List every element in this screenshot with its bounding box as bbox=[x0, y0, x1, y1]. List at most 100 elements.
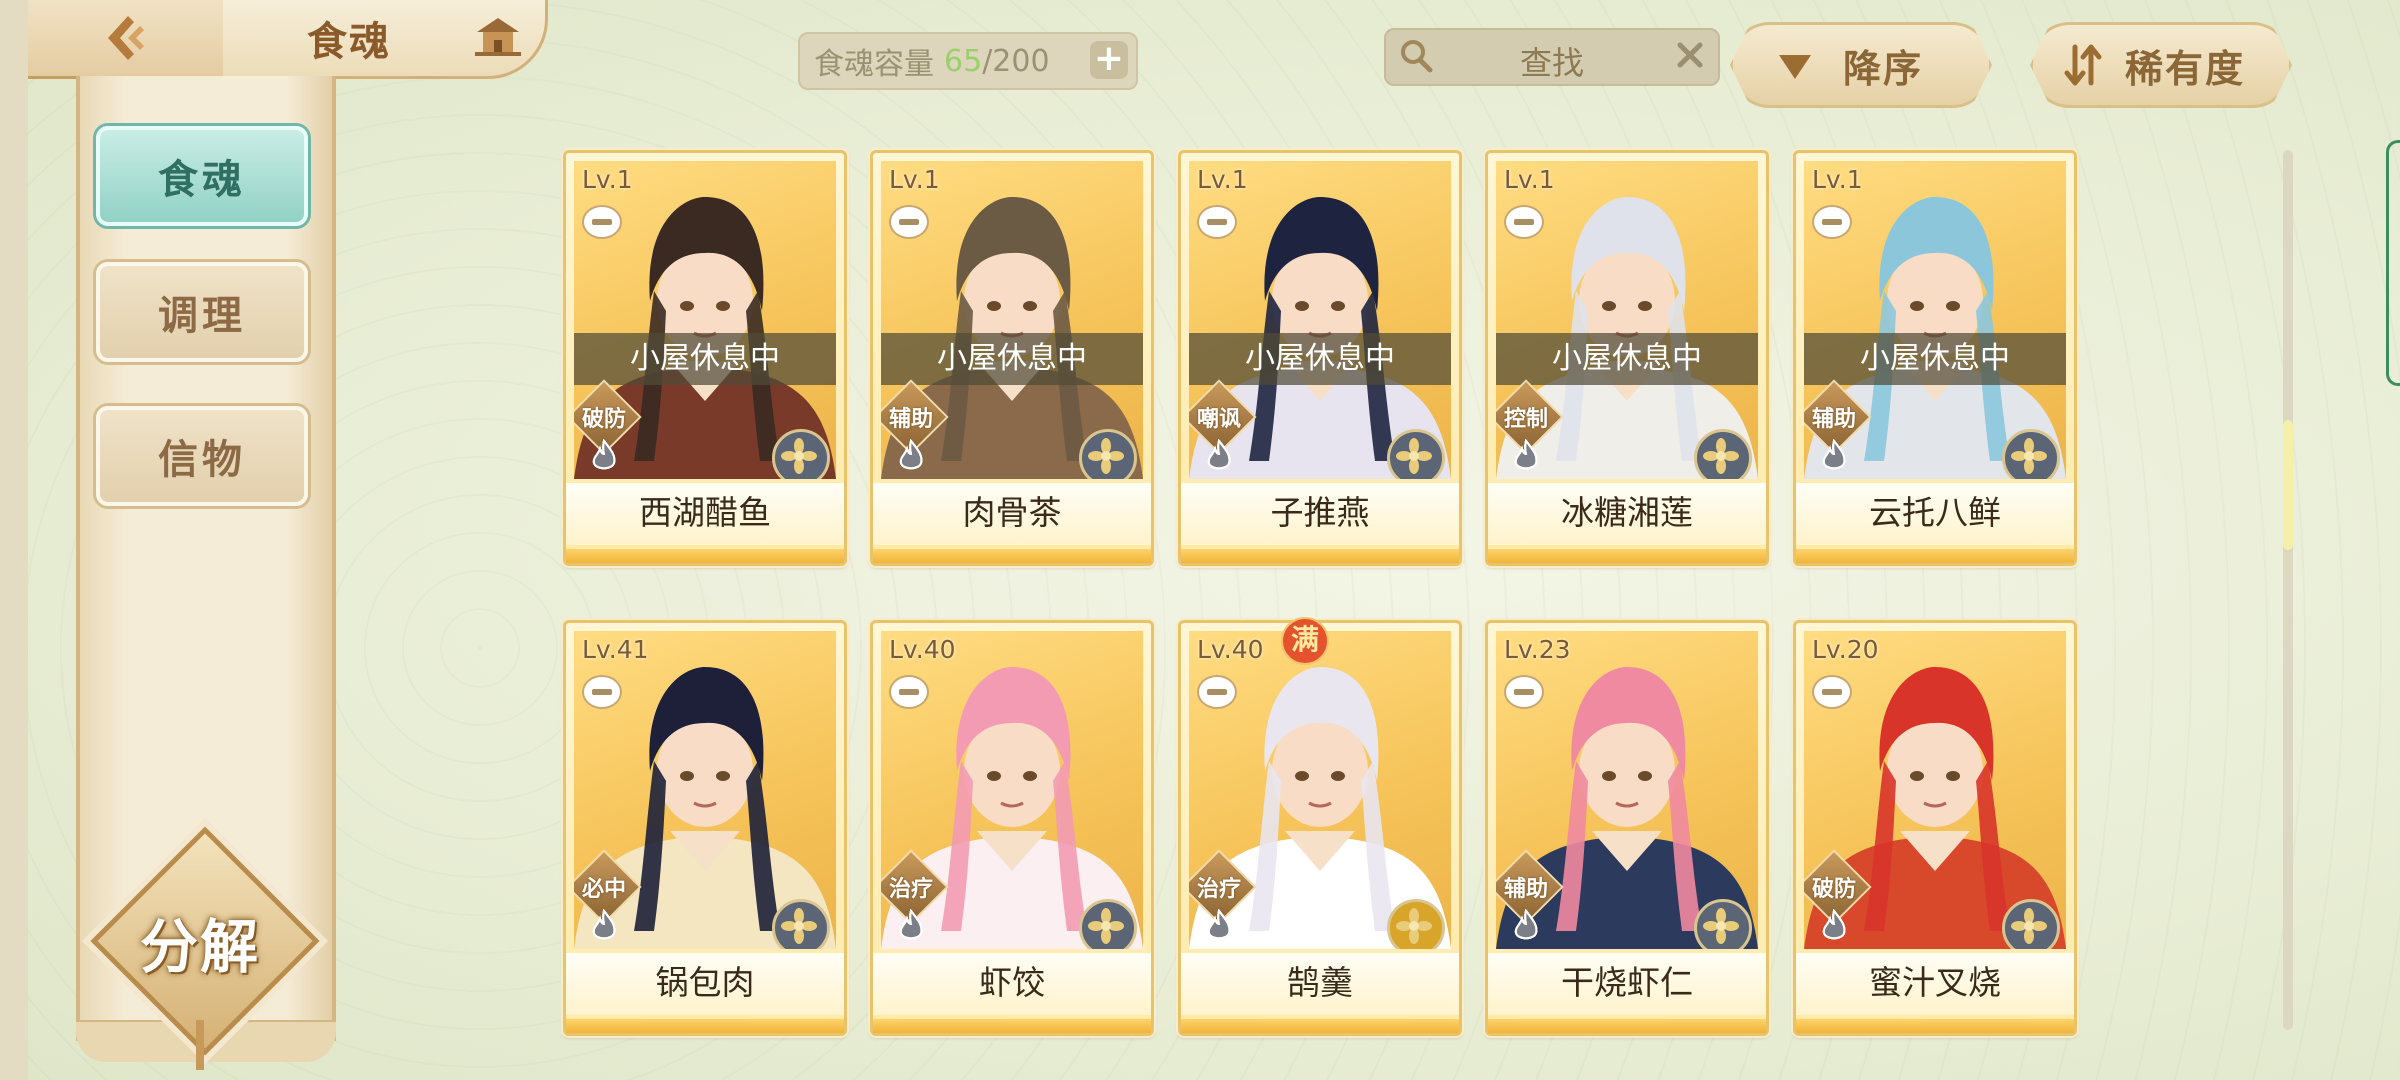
search-placeholder: 查找 bbox=[1519, 44, 1584, 82]
lock-icon[interactable] bbox=[1812, 205, 1852, 239]
lock-icon[interactable] bbox=[582, 675, 622, 709]
flower-icon bbox=[781, 438, 817, 474]
character-name: 蜜汁叉烧 bbox=[1796, 953, 2074, 1015]
tab-food-soul[interactable]: 食魂 bbox=[96, 126, 308, 226]
sort-order-button[interactable]: 降序 bbox=[1730, 22, 1992, 108]
back-button[interactable] bbox=[28, 0, 223, 79]
character-card[interactable]: Lv.1 小屋休息中 辅助 云托八鲜 bbox=[1793, 150, 2077, 566]
flame-star-icon bbox=[1514, 909, 1538, 940]
character-name: 子推燕 bbox=[1181, 483, 1459, 545]
capacity-max: /200 bbox=[982, 43, 1050, 79]
card-bottom-bar bbox=[566, 549, 844, 563]
role-label: 破防 bbox=[1811, 877, 1856, 902]
close-icon[interactable] bbox=[1674, 39, 1706, 71]
flower-icon bbox=[1703, 438, 1739, 474]
decompose-label[interactable]: 分解 bbox=[110, 900, 290, 984]
flower-icon bbox=[1088, 908, 1124, 944]
character-portrait: Lv.1 小屋休息中 控制 bbox=[1496, 161, 1758, 479]
search-box[interactable]: 查找 bbox=[1384, 28, 1720, 86]
flame-star-icon bbox=[899, 439, 923, 470]
character-card[interactable]: Lv.40 治疗 虾饺 bbox=[870, 620, 1154, 1036]
flower-icon bbox=[2011, 438, 2047, 474]
character-portrait: Lv.23 辅助 bbox=[1496, 631, 1758, 949]
level-label: Lv.40 bbox=[1197, 635, 1264, 664]
sort-order-label: 降序 bbox=[1843, 46, 1924, 91]
role-label: 必中 bbox=[581, 877, 626, 902]
flame-star-icon bbox=[899, 909, 923, 940]
card-bottom-bar bbox=[1181, 1019, 1459, 1033]
flame-star-icon bbox=[592, 909, 616, 940]
role-label: 控制 bbox=[1503, 407, 1548, 432]
character-portrait: Lv.1 小屋休息中 辅助 bbox=[881, 161, 1143, 479]
level-label: Lv.41 bbox=[582, 635, 649, 664]
back-arrow-icon bbox=[107, 16, 144, 60]
character-name: 云托八鲜 bbox=[1796, 483, 2074, 545]
flower-icon bbox=[781, 908, 817, 944]
element-emblem-icon bbox=[2002, 899, 2060, 949]
card-bottom-bar bbox=[873, 1019, 1151, 1033]
character-card[interactable]: Lv.23 辅助 干烧虾仁 bbox=[1485, 620, 1769, 1036]
capacity-current: 65 bbox=[944, 43, 983, 79]
element-emblem-icon bbox=[772, 899, 830, 949]
character-name: 锅包肉 bbox=[566, 953, 844, 1015]
element-emblem-icon bbox=[1079, 899, 1137, 949]
level-label: Lv.1 bbox=[1197, 165, 1248, 194]
character-name: 西湖醋鱼 bbox=[566, 483, 844, 545]
lock-icon[interactable] bbox=[1504, 675, 1544, 709]
max-level-badge: 满 bbox=[1281, 617, 1329, 665]
role-label: 治疗 bbox=[1196, 877, 1241, 902]
sort-rarity-button[interactable]: 稀有度 bbox=[2030, 22, 2292, 108]
lock-icon[interactable] bbox=[1812, 675, 1852, 709]
tab-cooking[interactable]: 调理 bbox=[96, 262, 308, 362]
resting-status: 小屋休息中 bbox=[1189, 333, 1451, 385]
character-card[interactable]: Lv.40 治疗 鹄羹 满 bbox=[1178, 617, 1462, 1036]
screen-edge-right bbox=[2386, 140, 2400, 386]
role-label: 辅助 bbox=[1811, 407, 1856, 432]
lock-icon[interactable] bbox=[889, 675, 929, 709]
title-tab: 食魂 bbox=[215, 0, 548, 79]
character-card[interactable]: Lv.1 小屋休息中 破防 西湖醋鱼 bbox=[563, 150, 847, 566]
element-emblem-icon bbox=[1694, 899, 1752, 949]
lock-icon[interactable] bbox=[582, 205, 622, 239]
element-emblem-icon bbox=[772, 429, 830, 479]
resting-status: 小屋休息中 bbox=[1804, 333, 2066, 385]
flower-icon bbox=[1396, 908, 1432, 944]
resting-status: 小屋休息中 bbox=[1496, 333, 1758, 385]
swap-arrows-icon bbox=[2064, 44, 2102, 86]
element-emblem-icon bbox=[2002, 429, 2060, 479]
element-emblem-icon bbox=[1694, 429, 1752, 479]
lock-icon[interactable] bbox=[889, 205, 929, 239]
character-portrait: Lv.1 小屋休息中 嘲讽 bbox=[1189, 161, 1451, 479]
character-card[interactable]: Lv.1 小屋休息中 嘲讽 子推燕 bbox=[1178, 150, 1462, 566]
flame-star-icon bbox=[1514, 439, 1538, 470]
card-bottom-bar bbox=[566, 1019, 844, 1033]
capacity-box: 食魂容量 65 /200 + bbox=[798, 32, 1138, 90]
character-portrait: Lv.1 小屋休息中 破防 bbox=[574, 161, 836, 479]
resting-status: 小屋休息中 bbox=[881, 333, 1143, 385]
expand-capacity-button[interactable]: + bbox=[1090, 41, 1128, 79]
lock-icon[interactable] bbox=[1197, 205, 1237, 239]
level-label: Lv.1 bbox=[1504, 165, 1555, 194]
flower-icon bbox=[1088, 438, 1124, 474]
lock-icon[interactable] bbox=[1197, 675, 1237, 709]
flower-icon bbox=[1703, 908, 1739, 944]
flower-icon bbox=[1396, 438, 1432, 474]
character-card[interactable]: Lv.1 小屋休息中 控制 冰糖湘莲 bbox=[1485, 150, 1769, 566]
tab-keepsake[interactable]: 信物 bbox=[96, 406, 308, 506]
character-card[interactable]: Lv.41 必中 锅包肉 bbox=[563, 620, 847, 1036]
flame-star-icon bbox=[1822, 909, 1846, 940]
house-icon[interactable] bbox=[473, 14, 523, 58]
character-portrait: Lv.41 必中 bbox=[574, 631, 836, 949]
character-card[interactable]: Lv.1 小屋休息中 辅助 肉骨茶 bbox=[870, 150, 1154, 566]
sort-rarity-label: 稀有度 bbox=[2125, 46, 2246, 91]
lock-icon[interactable] bbox=[1504, 205, 1544, 239]
resting-status: 小屋休息中 bbox=[574, 333, 836, 385]
flame-star-icon bbox=[1822, 439, 1846, 470]
card-bottom-bar bbox=[1488, 1019, 1766, 1033]
character-name: 虾饺 bbox=[873, 953, 1151, 1015]
character-card[interactable]: Lv.20 破防 蜜汁叉烧 bbox=[1793, 620, 2077, 1036]
scrollbar-thumb[interactable] bbox=[2283, 420, 2293, 550]
scrollbar-track[interactable] bbox=[2283, 150, 2293, 1030]
flame-star-icon bbox=[1207, 439, 1231, 470]
role-label: 辅助 bbox=[888, 407, 933, 432]
